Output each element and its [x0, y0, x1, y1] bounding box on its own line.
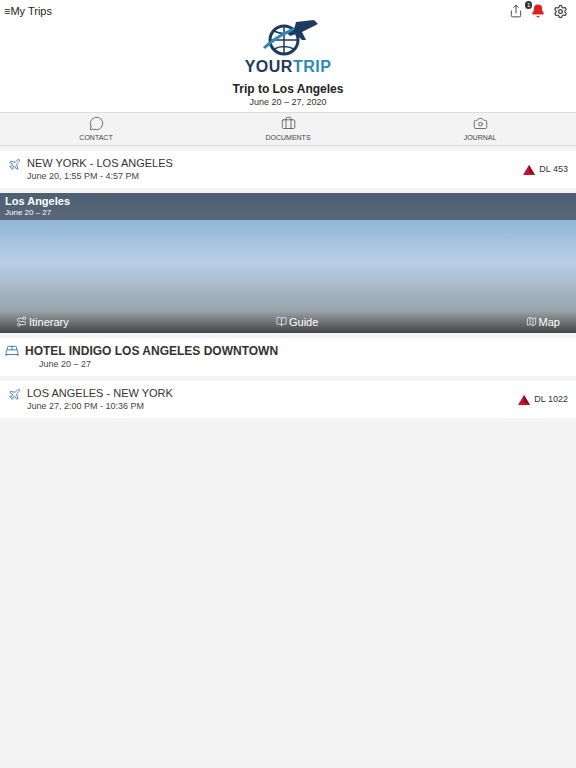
link-icon [526, 316, 537, 327]
hotel-dates: June 20 – 27 [25, 358, 571, 370]
plane-icon [8, 388, 21, 401]
destination-header: Los AngelesJune 20 – 27 [0, 193, 576, 220]
gear-icon[interactable] [553, 4, 568, 19]
link-icon [276, 316, 287, 327]
top-bar: ≡My Trips 1 [0, 0, 576, 22]
trip-title: Trip to Los Angeles [0, 82, 576, 96]
trip-dates: June 20 – 27, 2020 [0, 96, 576, 108]
destination-links: Itinerary Guide Map [0, 311, 576, 334]
bed-icon [5, 344, 19, 358]
destination-dates: June 20 – 27 [5, 208, 571, 218]
flight-card[interactable]: LOS ANGELES - NEW YORKJune 27, 2:00 PM -… [0, 381, 576, 418]
hotel-card[interactable]: HOTEL INDIGO LOS ANGELES DOWNTOWNJune 20… [0, 338, 576, 376]
tab-bar: CONTACTDOCUMENTSJOURNAL [0, 112, 576, 146]
app: ≡My Trips1YOURTRIPTrip to Los AngelesJun… [0, 0, 576, 768]
delta-logo-icon [518, 395, 530, 405]
share-icon[interactable] [509, 4, 523, 18]
flight-card[interactable]: NEW YORK - LOS ANGELESJune 20, 1:55 PM -… [0, 151, 576, 188]
destination-link[interactable]: Map [526, 314, 560, 331]
destination-card[interactable]: Los AngelesJune 20 – 27 Itinerary Guide Map [0, 193, 576, 333]
destination-link[interactable]: Itinerary [16, 314, 69, 331]
my-trips-button[interactable]: ≡My Trips [4, 3, 52, 20]
notifications-button[interactable]: 1 [531, 4, 545, 18]
logo: YOURTRIP [0, 18, 576, 76]
flight-route: NEW YORK - LOS ANGELES [27, 157, 523, 170]
tab-icon [281, 116, 296, 131]
logo-text: YOURTRIP [245, 58, 332, 76]
flight-number: DL 453 [523, 163, 568, 177]
flight-time: June 20, 1:55 PM - 4:57 PM [27, 170, 523, 182]
tab[interactable]: CONTACT [0, 113, 192, 145]
header: ≡My Trips 1 YOURTRIP Trip to Los AngelesJun… [0, 0, 576, 112]
tab[interactable]: JOURNAL [384, 113, 576, 145]
plane-icon [8, 158, 21, 171]
destination-title: Los Angeles [5, 195, 571, 208]
tab-icon [473, 116, 488, 131]
tab[interactable]: DOCUMENTS [192, 113, 384, 145]
flight-route: LOS ANGELES - NEW YORK [27, 387, 518, 400]
bell-icon [531, 4, 545, 18]
tab-icon [89, 116, 104, 131]
flight-number: DL 1022 [518, 393, 568, 407]
link-icon [16, 316, 27, 327]
flight-time: June 27, 2:00 PM - 10:36 PM [27, 400, 518, 412]
hotel-name: HOTEL INDIGO LOS ANGELES DOWNTOWN [25, 344, 571, 358]
trip-items: NEW YORK - LOS ANGELESJune 20, 1:55 PM -… [0, 146, 576, 418]
plane-globe-logo-icon [256, 18, 320, 58]
notification-badge: 1 [525, 1, 532, 9]
destination-link[interactable]: Guide [276, 314, 318, 331]
delta-logo-icon [523, 165, 535, 175]
